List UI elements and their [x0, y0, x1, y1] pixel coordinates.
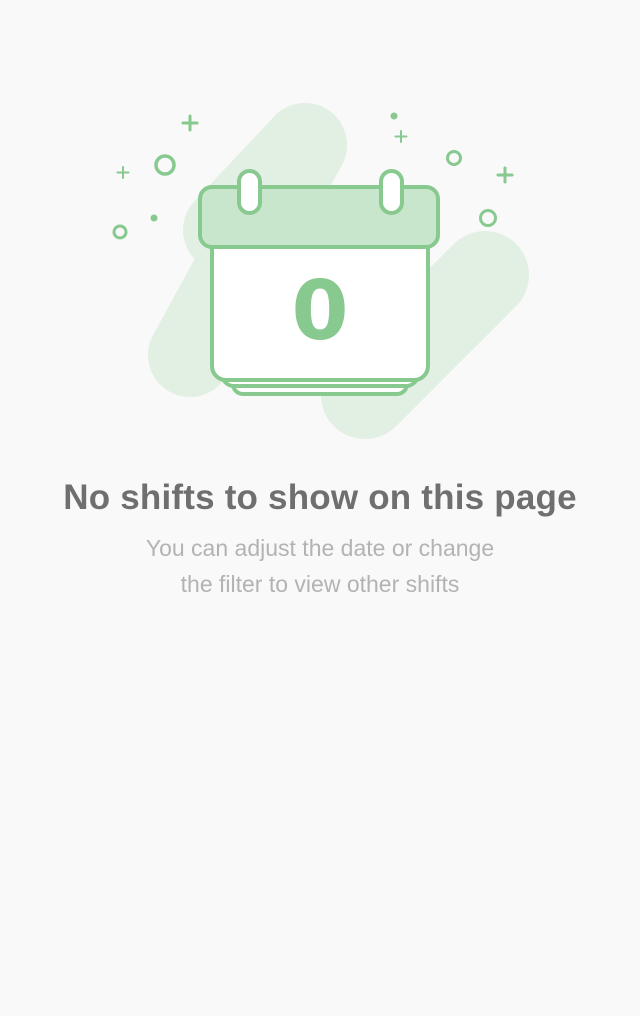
plus-icon [496, 166, 514, 184]
circle-icon [112, 224, 128, 240]
circle-icon [446, 150, 462, 166]
calendar-number: 0 [291, 264, 348, 359]
plus-icon [181, 114, 199, 132]
empty-state-title: No shifts to show on this page [63, 478, 577, 517]
empty-state-illustration: 0 [112, 103, 529, 439]
calendar-icon: 0 [198, 169, 440, 396]
empty-state-subtitle: You can adjust the date or change the fi… [120, 530, 520, 602]
circle-icon [479, 209, 497, 227]
empty-state-subtitle-line-1: You can adjust the date or change [145, 535, 495, 561]
calendar-ring-left [237, 169, 262, 215]
empty-state-subtitle-line-2: the filter to view other shifts [180, 571, 460, 597]
dot-icon [150, 214, 158, 222]
calendar-ring-right [379, 169, 404, 215]
plus-icon [116, 166, 130, 179]
dot-icon [390, 112, 398, 120]
plus-icon [394, 130, 408, 143]
empty-shifts-screen: 0 No shifts to show on this page You can… [0, 0, 640, 1016]
circle-icon [154, 154, 176, 176]
